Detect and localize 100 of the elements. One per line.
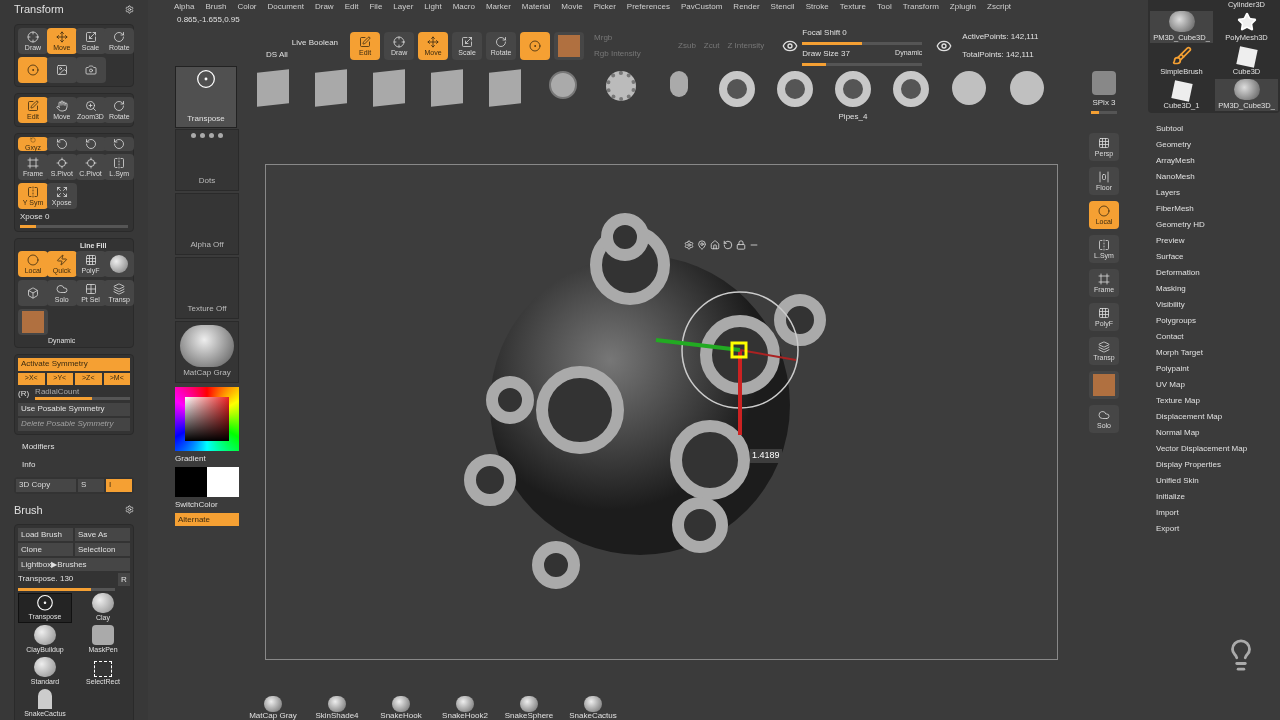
lightbox-brushes-button[interactable]: Lightbox▶Brushes [18, 558, 130, 571]
settings-icon[interactable] [684, 240, 694, 250]
menu-item[interactable]: Marker [485, 0, 511, 13]
brush-action-button[interactable]: Save As [75, 528, 130, 541]
menu-item[interactable]: File [369, 0, 383, 13]
posable-symmetry-button[interactable]: Use Posable Symmetry [18, 402, 130, 416]
menu-item[interactable]: Tool [877, 0, 892, 13]
menu-item[interactable]: Info [22, 458, 146, 471]
menu-item[interactable]: Zscript [987, 0, 1012, 13]
alternate-button[interactable]: Alternate [175, 513, 239, 526]
menu-item[interactable]: Render [733, 0, 760, 13]
menu-item[interactable]: Zplugin [949, 0, 977, 13]
menu-item[interactable]: Movie [561, 0, 583, 13]
menu-item[interactable]: FiberMesh [1156, 201, 1280, 217]
shelf-thumbnail[interactable]: Transpose [175, 66, 237, 128]
menu-item[interactable]: Morph Target [1156, 345, 1280, 361]
shelf-thumbnail[interactable]: SnakeHook2 [438, 696, 492, 720]
shelf-thumbnail[interactable]: MatCap Gray [246, 696, 300, 720]
menu-item[interactable]: Layers [1156, 185, 1280, 201]
brush-action-button[interactable]: Clone [18, 543, 73, 556]
menu-item[interactable]: Transform [902, 0, 939, 13]
copy-button[interactable]: S [78, 478, 104, 492]
copy-button[interactable]: 3D Copy [16, 478, 76, 492]
pin-icon[interactable] [697, 240, 707, 250]
menu-item[interactable]: Visibility [1156, 297, 1280, 313]
secondary-color-swatch[interactable] [207, 467, 239, 497]
menu-item[interactable]: Light [424, 0, 442, 13]
material-slot[interactable]: MatCap Gray [175, 321, 239, 383]
reset-button[interactable]: R [118, 573, 130, 586]
tool-button[interactable] [18, 279, 48, 306]
menu-item[interactable]: Alpha [174, 0, 195, 13]
tool-button[interactable] [520, 32, 551, 60]
menu-item[interactable]: Displacement Map [1156, 409, 1280, 425]
menu-item[interactable]: Surface [1156, 249, 1280, 265]
shelf-thumbnail[interactable]: SnakeSphere [502, 696, 556, 720]
menu-item[interactable]: Modifiers [22, 440, 146, 453]
menu-item[interactable]: Vector Displacement Map [1156, 441, 1280, 457]
slider-track[interactable] [35, 396, 130, 400]
menu-item[interactable]: Draw [314, 0, 334, 13]
shelf-thumbnail[interactable]: SnakeHook [374, 696, 428, 720]
menu-item[interactable]: Masking [1156, 281, 1280, 297]
menu-item[interactable]: Contact [1156, 329, 1280, 345]
menu-item[interactable]: Preview [1156, 233, 1280, 249]
menu-item[interactable]: Import [1156, 505, 1280, 521]
brush-action-button[interactable]: SelectIcon [75, 543, 130, 556]
menu-item[interactable]: Polygroups [1156, 313, 1280, 329]
menu-item[interactable]: Texture [839, 0, 866, 13]
menu-item[interactable]: Subtool [1156, 121, 1280, 137]
menu-item[interactable]: UV Map [1156, 377, 1280, 393]
tool-button[interactable] [46, 56, 77, 83]
menu-item[interactable]: Edit [344, 0, 359, 13]
menu-item[interactable]: Texture Map [1156, 393, 1280, 409]
copy-button[interactable]: I [106, 478, 132, 492]
tool-button[interactable] [104, 136, 135, 151]
menu-item[interactable]: Layer [393, 0, 414, 13]
lock-icon[interactable] [736, 240, 746, 250]
material-slot[interactable]: Texture Off [175, 257, 239, 319]
slider-track[interactable] [20, 224, 128, 228]
primary-color-swatch[interactable] [175, 467, 207, 497]
slider-track[interactable] [802, 41, 923, 45]
shelf-thumbnail[interactable]: SnakeCactus [566, 696, 620, 720]
menu-item[interactable]: Display Properties [1156, 457, 1280, 473]
menu-item[interactable]: Normal Map [1156, 425, 1280, 441]
shelf-thumbnail[interactable]: Pipes_4 [831, 69, 875, 125]
switch-color-label[interactable]: SwitchColor [175, 499, 239, 511]
ds-all-label[interactable]: DS All [266, 49, 288, 61]
menu-item[interactable]: Picker [593, 0, 616, 13]
menu-item[interactable]: Color [237, 0, 257, 13]
home-icon[interactable] [710, 240, 720, 250]
tool-button[interactable] [104, 250, 135, 277]
menu-item[interactable]: Deformation [1156, 265, 1280, 281]
menu-item[interactable]: Macro [452, 0, 475, 13]
menu-item[interactable]: Initialize [1156, 489, 1280, 505]
material-slot[interactable]: Alpha Off [175, 193, 239, 255]
rotate-icon[interactable] [723, 240, 733, 250]
color-picker[interactable] [175, 387, 239, 451]
menu-item[interactable]: NanoMesh [1156, 169, 1280, 185]
slider-track[interactable] [18, 588, 115, 591]
live-boolean-label[interactable]: Live Boolean [291, 37, 339, 49]
menu-item[interactable]: Preferences [626, 0, 670, 13]
material-slot[interactable]: Dots [175, 129, 239, 191]
menu-item[interactable]: ArrayMesh [1156, 153, 1280, 169]
menu-item[interactable]: Stroke [805, 0, 829, 13]
menu-item[interactable]: Material [521, 0, 551, 13]
slider-track[interactable] [1091, 111, 1117, 114]
menu-item[interactable]: Export [1156, 521, 1280, 537]
menu-item[interactable]: PavCustom [681, 0, 723, 13]
menu-item[interactable]: Geometry [1156, 137, 1280, 153]
menu-item[interactable]: Document [267, 0, 304, 13]
tool-button[interactable] [18, 56, 48, 83]
menu-item[interactable]: Polypaint [1156, 361, 1280, 377]
menu-item[interactable]: Geometry HD [1156, 217, 1280, 233]
tool-button[interactable] [46, 136, 77, 151]
menu-item[interactable]: Stencil [770, 0, 795, 13]
brush-action-button[interactable]: Load Brush [18, 528, 73, 541]
menu-item[interactable]: Brush [205, 0, 227, 13]
viewport-thumbnail[interactable] [1092, 71, 1116, 95]
shelf-thumbnail[interactable]: SkinShade4 [310, 696, 364, 720]
menu-item[interactable]: Unified Skin [1156, 473, 1280, 489]
activate-symmetry-button[interactable]: Activate Symmetry [18, 357, 130, 371]
